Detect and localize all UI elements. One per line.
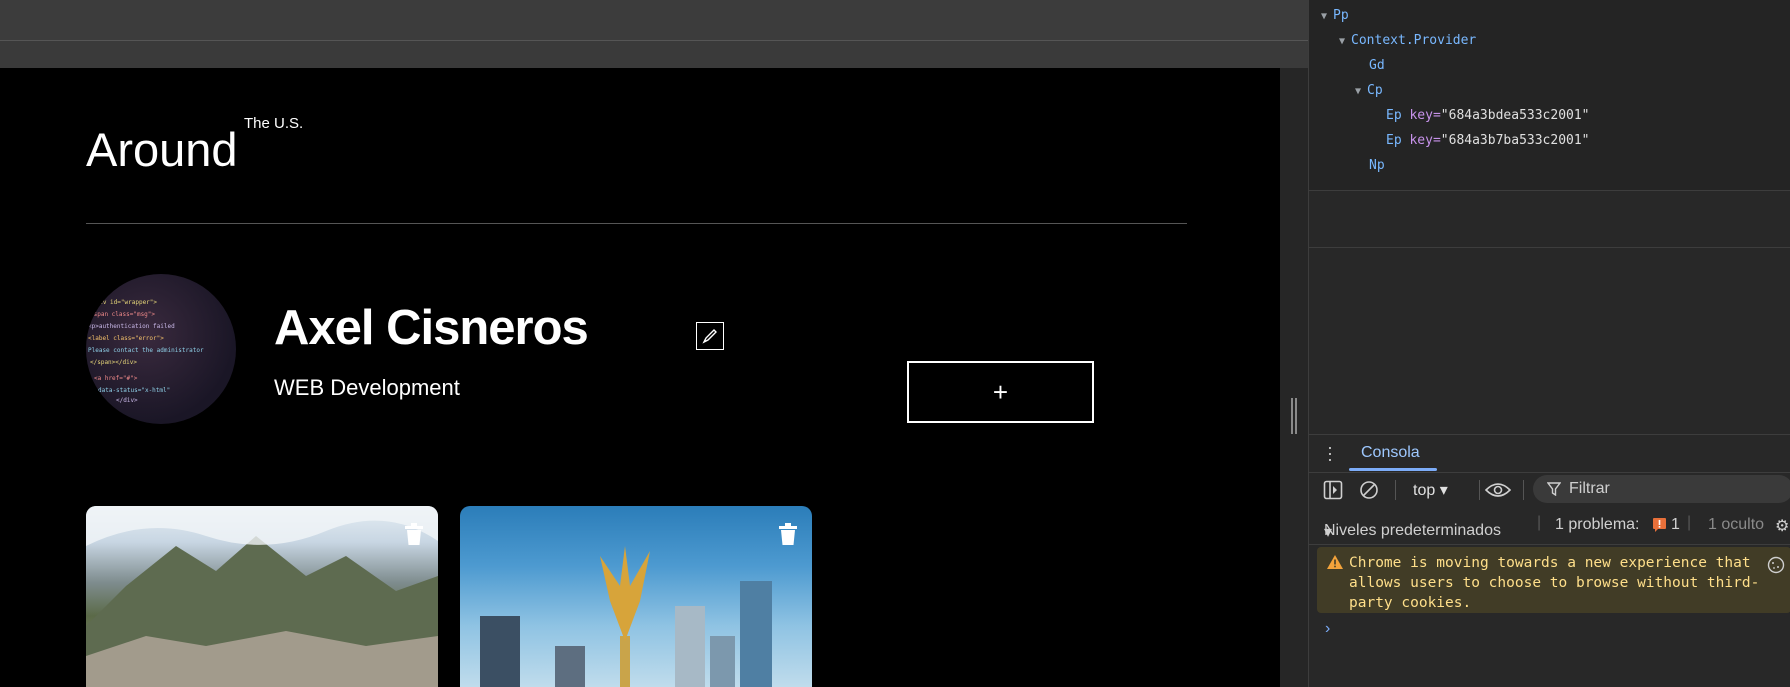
cookie-icon[interactable] <box>1767 556 1785 574</box>
console-warning: Chrome is moving towards a new experienc… <box>1317 547 1790 613</box>
profile-name: Axel Cisneros <box>274 301 589 355</box>
tab-active-indicator <box>1349 468 1437 471</box>
splitter-gutter <box>1280 68 1308 687</box>
tree-node-label: Gd <box>1369 58 1385 73</box>
tree-node[interactable]: Ep key="684a3b7ba533c2001" <box>1386 133 1590 148</box>
svg-text:</div>: </div> <box>116 397 138 404</box>
dropdown-arrow-icon: ▾ <box>1439 482 1448 499</box>
settings-gear-icon[interactable]: ⚙ <box>1775 516 1789 536</box>
pencil-icon <box>702 329 717 344</box>
context-selector[interactable]: top ▾ <box>1413 480 1448 500</box>
caret-down-icon: ▼ <box>1321 11 1328 22</box>
component-tree: ▼ Pp ▼ Context.Provider Gd ▼ Cp Ep key="684… <box>1309 0 1790 191</box>
drawer-tabbar: · · · Consola <box>1309 434 1790 473</box>
svg-text:<p>authentication failed: <p>authentication failed <box>88 323 175 330</box>
console-prompt[interactable]: › <box>1325 620 1330 638</box>
card-angel[interactable] <box>460 506 812 687</box>
more-options-icon[interactable]: · · · <box>1327 438 1333 468</box>
avatar-code-image: <div id="wrapper"> <span class="msg"> <p… <box>88 299 204 404</box>
devtools-panel: ▼ Pp ▼ Context.Provider Gd ▼ Cp Ep key="684… <box>1308 0 1790 687</box>
panel-divider <box>1309 247 1790 248</box>
avatar[interactable]: <div id="wrapper"> <span class="msg"> <p… <box>86 274 236 424</box>
toolbar-separator <box>1479 480 1480 500</box>
issue-badge-icon <box>1653 518 1666 537</box>
tree-node-label: Context.Provider <box>1351 33 1477 48</box>
logo-superscript: The U.S. <box>244 115 304 132</box>
add-card-button[interactable]: + <box>907 361 1094 423</box>
toolbar-separator <box>1395 480 1396 500</box>
web-page: Around The U.S. <div id="wrapper"> <span… <box>0 68 1280 687</box>
problems-count: 1 <box>1671 516 1680 533</box>
tree-attr-name: key <box>1409 108 1433 123</box>
hidden-count: 1 oculto <box>1708 516 1765 533</box>
tree-attr-name: key <box>1409 133 1433 148</box>
problems-label[interactable]: 1 problema: <box>1555 516 1640 534</box>
tree-node-label: Cp <box>1367 83 1383 98</box>
trash-icon[interactable] <box>402 522 426 546</box>
tree-node[interactable]: Np <box>1369 158 1385 173</box>
svg-text:<span class="msg">: <span class="msg"> <box>90 311 155 318</box>
tree-node[interactable]: Gd <box>1369 58 1385 73</box>
filter-input[interactable]: Filtrar <box>1533 475 1790 503</box>
svg-text:</span></div>: </span></div> <box>90 359 137 366</box>
svg-text:<a href="#">: <a href="#"> <box>94 375 138 382</box>
tab-console[interactable]: Consola <box>1361 444 1420 462</box>
sidebar-toggle-icon[interactable] <box>1323 480 1343 500</box>
mountain-image <box>86 506 438 687</box>
card-mountain[interactable] <box>86 506 438 687</box>
edit-profile-button[interactable] <box>696 322 724 350</box>
context-label: top <box>1413 482 1436 499</box>
browser-toolbar <box>0 0 1308 41</box>
tree-node-label: Pp <box>1333 8 1349 23</box>
console-toolbar: top ▾ Filtrar <box>1309 472 1790 506</box>
warning-text: Chrome is moving towards a new experienc… <box>1349 555 1760 611</box>
tree-attr-value: "684a3b7ba533c2001" <box>1440 133 1590 148</box>
tree-node-label: Np <box>1369 158 1385 173</box>
toolbar-separator <box>1523 480 1524 500</box>
svg-text:<div id="wrapper">: <div id="wrapper"> <box>92 299 157 306</box>
console-levels-row: Niveles predeterminados ▾ | 1 problema: … <box>1309 510 1790 545</box>
tree-attr-value: "684a3bdea533c2001" <box>1440 108 1590 123</box>
resize-handle[interactable] <box>1291 398 1297 434</box>
levels-label: Niveles predeterminados <box>1324 522 1501 539</box>
filter-placeholder: Filtrar <box>1569 480 1610 497</box>
logo[interactable]: Around The U.S. <box>86 115 303 177</box>
svg-text:data-status="x-html": data-status="x-html" <box>98 387 170 394</box>
toolbar-separator: | <box>1687 514 1692 531</box>
caret-down-icon: ▼ <box>1355 86 1362 97</box>
profile-job: WEB Development <box>274 375 460 400</box>
svg-text:Please contact the administrat: Please contact the administrator <box>88 347 204 354</box>
caret-down-icon: ▼ <box>1339 36 1346 47</box>
tree-node[interactable]: ▼ Context.Provider <box>1339 33 1476 48</box>
logo-text: Around <box>86 123 238 176</box>
angel-monument-image <box>480 546 772 687</box>
dropdown-arrow-icon: ▾ <box>1324 524 1333 541</box>
tree-node-label: Ep <box>1386 108 1402 123</box>
header-divider <box>86 223 1187 224</box>
browser-subbar <box>0 41 1308 68</box>
tree-node-label: Ep <box>1386 133 1402 148</box>
svg-text:<label class="error">: <label class="error"> <box>88 335 164 342</box>
clear-console-icon[interactable] <box>1359 480 1379 500</box>
tree-node[interactable]: ▼ Pp <box>1321 8 1349 23</box>
toolbar-separator: | <box>1537 514 1542 531</box>
eye-icon[interactable] <box>1485 480 1511 500</box>
filter-icon <box>1547 482 1561 496</box>
warning-icon <box>1327 555 1343 569</box>
tree-node[interactable]: ▼ Cp <box>1355 83 1383 98</box>
trash-icon[interactable] <box>776 522 800 546</box>
tree-node[interactable]: Ep key="684a3bdea533c2001" <box>1386 108 1590 123</box>
